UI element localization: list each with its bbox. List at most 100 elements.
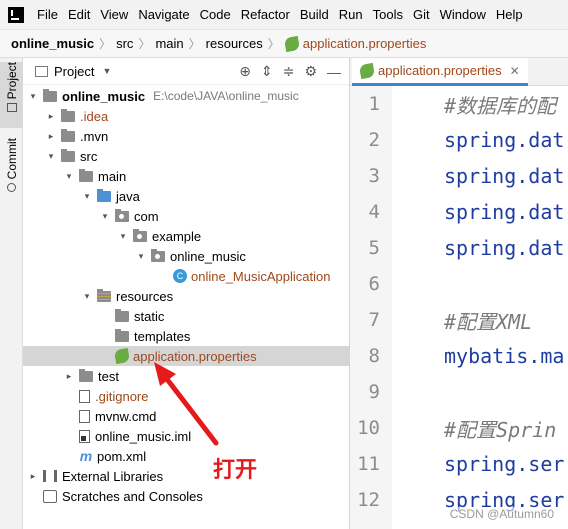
gear-icon[interactable]: ⚙ (304, 63, 317, 80)
project-view-icon (35, 65, 48, 77)
tool-window-strip: Project Commit (0, 58, 23, 529)
menu-help[interactable]: Help (491, 0, 528, 29)
tree-item-templates[interactable]: ▸ templates (23, 326, 350, 346)
tree-item-com[interactable]: ▾ com (23, 206, 350, 226)
code-line[interactable]: 7 #配置XML (350, 302, 568, 338)
tree-item-online-music-pkg[interactable]: ▾ online_music (23, 246, 350, 266)
tree-item-label: online_music (170, 248, 246, 264)
tree-item-label: java (116, 188, 140, 204)
code-line[interactable]: 6 (350, 266, 568, 302)
menu-window[interactable]: Window (435, 0, 491, 29)
code-line[interactable]: 4 spring.dat (350, 194, 568, 230)
menu-code[interactable]: Code (195, 0, 236, 29)
chevron-right-icon[interactable]: ▸ (63, 371, 75, 382)
tree-item-resources[interactable]: ▾ resources (23, 286, 350, 306)
code-line[interactable]: 9 (350, 374, 568, 410)
tree-item-application-class[interactable]: ▸ C online_MusicApplication (23, 266, 350, 286)
folder-icon (61, 108, 75, 122)
tree-item-test[interactable]: ▸ test (23, 366, 350, 386)
chevron-down-icon[interactable]: ▾ (81, 191, 93, 202)
tree-item-label: test (98, 368, 119, 384)
breadcrumb-src[interactable]: src (116, 36, 133, 51)
tree-item-example[interactable]: ▾ example (23, 226, 350, 246)
folder-icon (115, 328, 129, 342)
tree-item-pom[interactable]: ▸ m pom.xml (23, 446, 350, 466)
tree-item-iml[interactable]: ▸ online_music.iml (23, 426, 350, 446)
source-folder-icon (97, 188, 111, 202)
line-number: 4 (368, 201, 380, 223)
line-number: 9 (368, 381, 380, 403)
code-line[interactable]: 3 spring.dat (350, 158, 568, 194)
code-line[interactable]: 5 spring.dat (350, 230, 568, 266)
annotation-label: 打开 (213, 457, 258, 482)
package-icon (115, 208, 129, 222)
tree-item-external-libraries[interactable]: ▸ External Libraries (23, 466, 350, 486)
folder-icon (79, 168, 93, 182)
tree-item-mvn[interactable]: ▸ .mvn (23, 126, 350, 146)
chevron-down-icon[interactable]: ▼ (102, 66, 111, 76)
expand-all-icon[interactable]: ⇕ (261, 63, 273, 80)
minimize-icon[interactable]: — (327, 64, 341, 80)
tree-item-label: static (134, 308, 165, 324)
code-text: #配置XML (444, 309, 533, 334)
chevron-down-icon[interactable]: ▾ (63, 171, 75, 182)
commit-icon (7, 183, 16, 193)
tree-item-application-properties[interactable]: ▸ application.properties (23, 346, 350, 366)
breadcrumb-main[interactable]: main (155, 36, 183, 51)
menu-git[interactable]: Git (408, 0, 435, 29)
tree-item-static[interactable]: ▸ static (23, 306, 350, 326)
tree-item-label: src (80, 148, 98, 164)
code-line[interactable]: 8 mybatis.ma (350, 338, 568, 374)
project-panel-title[interactable]: Project (54, 64, 94, 79)
menu-run[interactable]: Run (334, 0, 368, 29)
close-icon[interactable]: ✕ (510, 64, 520, 78)
chevron-down-icon[interactable]: ▾ (81, 291, 93, 302)
chevron-down-icon[interactable]: ▾ (135, 251, 147, 262)
folder-icon (115, 308, 129, 322)
tree-item-java[interactable]: ▾ java (23, 186, 350, 206)
properties-file-icon (113, 347, 131, 365)
menu-navigate[interactable]: Navigate (133, 0, 194, 29)
chevron-down-icon[interactable]: ▾ (45, 151, 57, 162)
tree-item-src[interactable]: ▾ src (23, 146, 350, 166)
code-line[interactable]: 10 #配置Sprin (350, 410, 568, 446)
chevron-right-icon[interactable]: ▸ (27, 471, 39, 482)
folder-icon (61, 148, 75, 162)
editor-tab-application-properties[interactable]: application.properties ✕ (352, 58, 528, 86)
chevron-down-icon[interactable]: ▾ (99, 211, 111, 222)
menu-build[interactable]: Build (295, 0, 334, 29)
menu-tools[interactable]: Tools (368, 0, 408, 29)
tree-item-label: com (134, 208, 159, 224)
module-file-icon (79, 429, 90, 443)
menu-view[interactable]: View (95, 0, 133, 29)
line-number: 8 (368, 345, 380, 367)
menu-refactor[interactable]: Refactor (236, 0, 295, 29)
code-line[interactable]: 1 #数据库的配 (350, 86, 568, 122)
chevron-down-icon[interactable]: ▾ (27, 91, 39, 102)
tree-item-gitignore[interactable]: ▸ .gitignore (23, 386, 350, 406)
tree-item-project-root[interactable]: ▾ online_music E:\code\JAVA\online_music (23, 86, 350, 106)
tree-item-mvnw-cmd[interactable]: ▸ mvnw.cmd (23, 406, 350, 426)
breadcrumb-file[interactable]: application.properties (303, 36, 427, 51)
code-text: spring.ser (444, 452, 565, 476)
chevron-down-icon[interactable]: ▾ (117, 231, 129, 242)
tree-item-main[interactable]: ▾ main (23, 166, 350, 186)
collapse-all-icon[interactable]: ≑ (283, 63, 295, 80)
intellij-logo-icon (8, 6, 24, 23)
code-line[interactable]: 2 spring.dat (350, 122, 568, 158)
tree-item-scratches[interactable]: ▸ Scratches and Consoles (23, 486, 350, 506)
side-tab-project[interactable]: Project (0, 62, 23, 128)
scratches-icon (43, 489, 57, 503)
line-number: 5 (368, 237, 380, 259)
side-tab-commit[interactable]: Commit (0, 138, 23, 204)
chevron-right-icon[interactable]: ▸ (45, 131, 57, 142)
properties-file-icon (283, 35, 300, 52)
breadcrumb-project[interactable]: online_music (11, 36, 94, 51)
menu-file[interactable]: File (32, 0, 63, 29)
code-line[interactable]: 11 spring.ser (350, 446, 568, 482)
chevron-right-icon[interactable]: ▸ (45, 111, 57, 122)
menu-edit[interactable]: Edit (63, 0, 95, 29)
tree-item-idea[interactable]: ▸ .idea (23, 106, 350, 126)
breadcrumb-resources[interactable]: resources (206, 36, 263, 51)
locate-icon[interactable]: ⊕ (239, 63, 251, 80)
